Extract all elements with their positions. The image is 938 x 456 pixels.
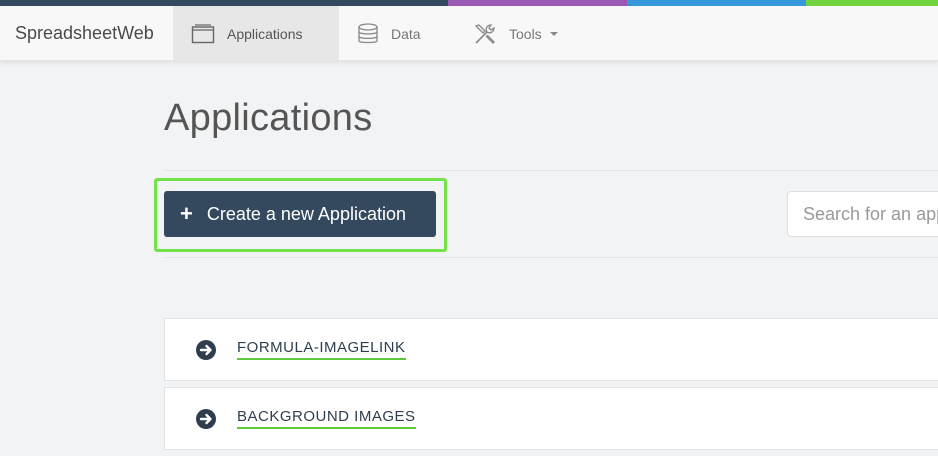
nav-applications-label: Applications <box>227 25 303 42</box>
plus-icon: + <box>180 201 193 226</box>
application-list: FORMULA-IMAGELINK BACKGROUND IMAGES <box>164 318 938 456</box>
tools-icon <box>474 23 495 44</box>
caret-down-icon <box>549 31 558 36</box>
toolbar-divider-bottom <box>164 257 938 258</box>
toolbar-divider-top <box>164 170 938 171</box>
top-navbar: SpreadsheetWeb Applications Data Tools <box>0 6 938 61</box>
nav-data[interactable]: Data <box>339 6 439 61</box>
window-icon <box>191 23 215 43</box>
application-name-link[interactable]: FORMULA-IMAGELINK <box>237 339 406 360</box>
application-name-link[interactable]: BACKGROUND IMAGES <box>237 408 416 429</box>
application-item[interactable]: BACKGROUND IMAGES <box>164 387 938 450</box>
nav-data-label: Data <box>391 25 421 42</box>
create-application-label: Create a new Application <box>206 203 406 224</box>
brand-logo[interactable]: SpreadsheetWeb <box>15 6 154 61</box>
circle-arrow-right-icon <box>196 339 216 360</box>
nav-tools-dropdown[interactable]: Tools <box>455 6 576 61</box>
circle-arrow-right-icon <box>196 408 216 429</box>
create-application-button[interactable]: + Create a new Application <box>164 191 436 237</box>
nav-tools-label: Tools <box>509 25 542 42</box>
application-item[interactable]: FORMULA-IMAGELINK <box>164 318 938 381</box>
search-input[interactable]: Search for an applica <box>787 191 938 237</box>
page-title: Applications <box>164 97 373 139</box>
database-icon <box>358 22 378 43</box>
nav-applications[interactable]: Applications <box>173 6 339 61</box>
